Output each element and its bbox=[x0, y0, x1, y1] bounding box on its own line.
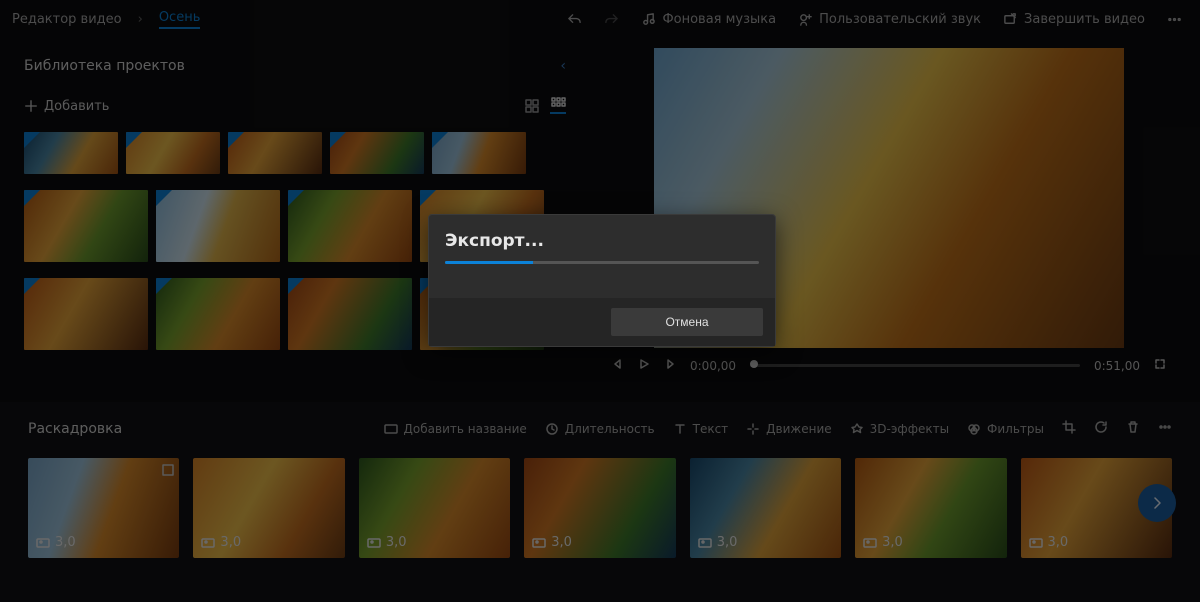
export-progress bbox=[445, 261, 759, 264]
export-dialog: Экспорт... Отмена bbox=[428, 214, 776, 347]
cancel-button[interactable]: Отмена bbox=[611, 308, 763, 336]
export-dialog-title: Экспорт... bbox=[445, 231, 759, 251]
